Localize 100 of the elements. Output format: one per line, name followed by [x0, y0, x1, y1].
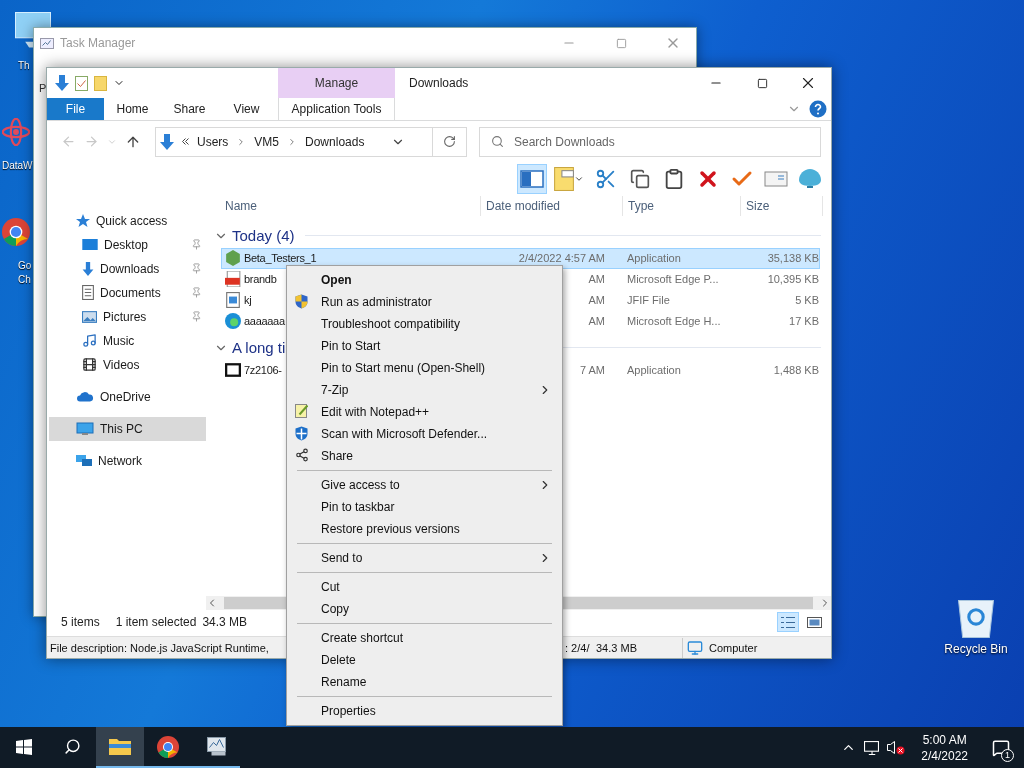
layout-icon — [554, 166, 574, 191]
contextual-tab[interactable]: Application Tools — [278, 98, 395, 120]
menu-item[interactable]: Troubleshoot compatibility — [289, 313, 560, 335]
nav-item[interactable]: OneDrive — [49, 384, 206, 409]
refresh-icon — [443, 135, 456, 149]
column-header[interactable]: Size — [741, 195, 823, 216]
star-icon — [76, 214, 90, 228]
ribbon-tab[interactable]: Share — [161, 98, 218, 120]
maximize-icon — [756, 77, 768, 89]
file-type: JFIF File — [626, 294, 671, 307]
network-icon — [76, 455, 92, 467]
atom-icon — [2, 118, 30, 146]
menu-item[interactable]: Scan with Microsoft Defender... — [289, 423, 560, 445]
download-icon[interactable] — [55, 75, 69, 91]
pin-icon — [191, 262, 202, 274]
menu-item[interactable]: Properties — [289, 700, 560, 722]
menu-item[interactable]: Share — [289, 445, 560, 467]
file-type: Application — [626, 364, 682, 377]
nav-item[interactable]: Network — [49, 448, 206, 473]
menu-item[interactable]: Pin to Start — [289, 335, 560, 357]
folder-icon — [109, 738, 131, 755]
date-modified: AM — [587, 273, 606, 286]
search-icon — [491, 134, 504, 148]
nav-item[interactable]: Downloads — [49, 256, 206, 281]
menu-item[interactable]: Send to — [289, 547, 560, 569]
pin-icon — [191, 238, 202, 250]
menu-item[interactable]: Open — [289, 269, 560, 291]
nav-item[interactable]: Pictures — [49, 304, 206, 329]
share-icon — [295, 448, 309, 462]
archive-icon — [225, 363, 241, 378]
column-header[interactable]: Name — [206, 195, 481, 216]
details-date: : 2/4/ — [565, 641, 591, 654]
network-icon[interactable] — [864, 740, 880, 755]
tab-label[interactable]: P — [39, 82, 47, 94]
desktop-icon-label: Ch — [18, 273, 31, 287]
file-description: File description: Node.js JavaScript Runtime, — [49, 641, 270, 654]
nav-item[interactable]: This PC — [49, 416, 206, 441]
nav-item[interactable]: Videos — [49, 352, 206, 377]
breadcrumb[interactable]: Downloads — [305, 134, 365, 149]
picture-icon — [82, 310, 97, 323]
group-header[interactable]: Today (4) — [232, 227, 295, 245]
menu-item[interactable]: Delete — [289, 649, 560, 671]
file-name: aaaaaaa — [244, 315, 285, 328]
clock-time[interactable]: 5:00 AM — [922, 731, 967, 748]
file-menu-button[interactable]: File — [47, 98, 104, 120]
file-size: 17 KB — [788, 315, 819, 328]
properties-icon[interactable] — [75, 75, 88, 91]
menu-item[interactable]: Rename — [289, 671, 560, 693]
clipboard-icon — [663, 167, 685, 190]
help-icon[interactable] — [809, 99, 827, 118]
copy-icon — [630, 168, 650, 189]
menu-item[interactable]: Copy — [289, 598, 560, 620]
menu-item[interactable]: Give access to — [289, 474, 560, 496]
desktop-icon-label: Th — [18, 59, 30, 73]
menu-item[interactable]: 7-Zip — [289, 379, 560, 401]
recycle-bin-icon — [958, 600, 994, 638]
chrome-icon — [2, 218, 30, 246]
selected-file-row[interactable]: Beta_Testers_1 2/4/2022 4:57 AM Application 35,138 KB — [221, 247, 820, 269]
muted-speaker-icon[interactable] — [887, 740, 906, 755]
toolbar-button[interactable] — [517, 163, 547, 194]
ribbon-tab[interactable]: Home — [104, 98, 161, 120]
details-view-button[interactable] — [777, 612, 799, 633]
desktop-icon — [82, 239, 98, 251]
file-name: Beta_Testers_1 — [244, 252, 317, 265]
nav-item[interactable]: Quick access — [49, 208, 206, 233]
address-bar[interactable]: Users VM5 Downloads — [155, 126, 467, 157]
details-view-icon — [781, 616, 795, 628]
details-size: 34.3 MB — [596, 641, 638, 654]
menu-item[interactable]: Restore previous versions — [289, 518, 560, 540]
file-size: 1,488 KB — [772, 364, 819, 377]
rename-icon — [764, 170, 788, 187]
notifications-button[interactable]: 1 — [984, 727, 1018, 768]
taskbar-app[interactable] — [96, 727, 144, 768]
breadcrumb[interactable]: VM5 — [254, 134, 280, 149]
nav-item[interactable]: Documents — [49, 280, 206, 305]
file-type: Application — [626, 252, 682, 265]
file-type: Microsoft Edge P... — [626, 273, 720, 286]
breadcrumb[interactable]: Users — [197, 134, 229, 149]
desktop-icon-label: Go — [18, 259, 32, 273]
selection-size: 34.3 MB — [202, 615, 248, 630]
clock-date[interactable]: 2/4/2022 — [921, 747, 968, 764]
menu-item[interactable]: Create shortcut — [289, 627, 560, 649]
column-header[interactable]: Date modified — [481, 195, 623, 216]
preview-view-icon — [806, 616, 822, 628]
search-field[interactable]: Search Downloads — [479, 126, 821, 157]
menu-item[interactable]: Cut — [289, 576, 560, 598]
menu-item[interactable]: Edit with Notepad++ — [289, 401, 560, 423]
pane-icon — [520, 169, 544, 188]
date-modified: 2/4/2022 4:57 AM — [517, 252, 606, 265]
column-header[interactable]: Type — [623, 195, 741, 216]
menu-item[interactable]: Pin to Start menu (Open-Shell) — [289, 357, 560, 379]
group-header[interactable]: A long ti — [232, 339, 286, 357]
desktop-icon-label: DataW — [2, 159, 33, 173]
notepad-icon — [295, 404, 308, 418]
ribbon-tab[interactable]: View — [218, 98, 275, 120]
nav-item[interactable]: Music — [49, 328, 206, 353]
nav-item[interactable]: Desktop — [49, 232, 206, 257]
menu-item[interactable]: Run as administrator — [289, 291, 560, 313]
menu-item[interactable]: Pin to taskbar — [289, 496, 560, 518]
file-size: 35,138 KB — [766, 252, 819, 265]
